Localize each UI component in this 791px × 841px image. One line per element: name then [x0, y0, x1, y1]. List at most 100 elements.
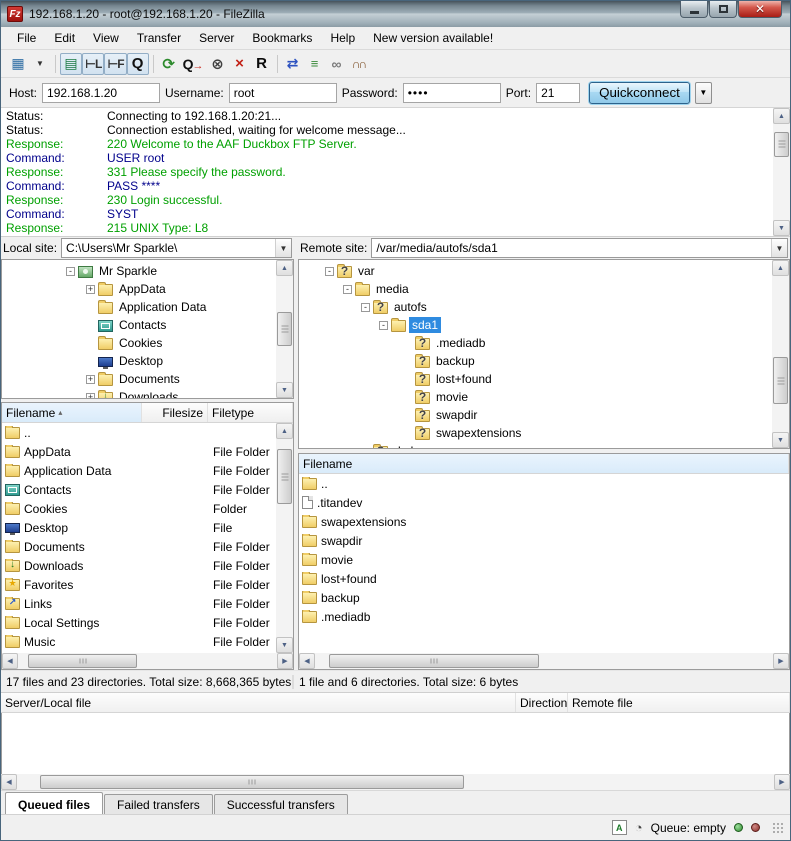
- expander-icon[interactable]: [361, 303, 370, 312]
- menu-item[interactable]: File: [9, 29, 44, 47]
- scrollbar-thumb[interactable]: [774, 132, 789, 157]
- file-row[interactable]: Local Settings File Folder: [2, 613, 276, 632]
- menu-item[interactable]: Bookmarks: [244, 29, 320, 47]
- file-row[interactable]: Favorites File Folder: [2, 575, 276, 594]
- file-row[interactable]: Links File Folder: [2, 594, 276, 613]
- remote-tree-vertical-scrollbar[interactable]: ▲ ▼: [772, 260, 789, 448]
- expander-icon[interactable]: [343, 285, 352, 294]
- queue-horizontal-scrollbar[interactable]: ◀ ▶: [1, 774, 790, 790]
- file-row[interactable]: movie: [299, 550, 789, 569]
- filter[interactable]: ⇄: [282, 53, 304, 75]
- queue-tab[interactable]: Failed transfers: [104, 794, 213, 816]
- chevron-down-icon[interactable]: ▼: [275, 239, 291, 257]
- tree-item[interactable]: Downloads: [2, 388, 276, 398]
- file-row[interactable]: ..: [299, 474, 789, 493]
- scrollbar-thumb[interactable]: [277, 312, 292, 346]
- scroll-right-arrow[interactable]: ▶: [773, 653, 789, 669]
- reconnect[interactable]: R: [251, 53, 273, 75]
- scroll-up-arrow[interactable]: ▲: [276, 260, 293, 276]
- menu-item[interactable]: Server: [191, 29, 242, 47]
- scroll-left-arrow[interactable]: ◀: [1, 774, 17, 790]
- quickconnect-button[interactable]: Quickconnect: [589, 82, 690, 104]
- tree-item[interactable]: var: [299, 262, 772, 280]
- toggle-queue[interactable]: Q: [127, 53, 149, 75]
- scroll-down-arrow[interactable]: ▼: [772, 432, 789, 448]
- queue-tab[interactable]: Queued files: [5, 792, 103, 816]
- remote-list-horizontal-scrollbar[interactable]: ◀ ▶: [299, 653, 789, 669]
- tree-item[interactable]: Mr Sparkle: [2, 262, 276, 280]
- scrollbar-thumb[interactable]: [773, 357, 788, 404]
- column-header-filename[interactable]: Filename: [2, 403, 142, 422]
- expander-icon[interactable]: [379, 321, 388, 330]
- file-row[interactable]: swapdir: [299, 531, 789, 550]
- remote-path-combo[interactable]: /var/media/autofs/sda1 ▼: [371, 238, 788, 258]
- scroll-up-arrow[interactable]: ▲: [772, 260, 789, 276]
- host-input[interactable]: [42, 83, 160, 103]
- scroll-down-arrow[interactable]: ▼: [276, 637, 293, 653]
- file-row[interactable]: .titandev: [299, 493, 789, 512]
- local-path-combo[interactable]: C:\Users\Mr Sparkle\ ▼: [61, 238, 292, 258]
- local-tree-vertical-scrollbar[interactable]: ▲ ▼: [276, 260, 293, 398]
- menu-item[interactable]: New version available!: [365, 29, 501, 47]
- column-header-filetype[interactable]: Filetype: [208, 403, 293, 422]
- expander-icon[interactable]: [86, 375, 95, 384]
- scroll-right-arrow[interactable]: ▶: [277, 653, 293, 669]
- tree-item[interactable]: swapextensions: [299, 424, 772, 442]
- tree-item[interactable]: Desktop: [2, 352, 276, 370]
- column-header-remote-file[interactable]: Remote file: [568, 693, 790, 712]
- tree-item[interactable]: backup: [299, 352, 772, 370]
- tree-item[interactable]: Contacts: [2, 316, 276, 334]
- menu-item[interactable]: Edit: [46, 29, 83, 47]
- scroll-down-arrow[interactable]: ▼: [773, 220, 790, 236]
- scrollbar-thumb[interactable]: [40, 775, 464, 789]
- port-input[interactable]: [536, 83, 580, 103]
- tree-item[interactable]: Documents: [2, 370, 276, 388]
- tree-item[interactable]: swapdir: [299, 406, 772, 424]
- local-list-horizontal-scrollbar[interactable]: ◀ ▶: [2, 653, 293, 669]
- site-manager-dropdown[interactable]: ▼: [29, 53, 51, 75]
- tree-item[interactable]: Cookies: [2, 334, 276, 352]
- file-row[interactable]: lost+found: [299, 569, 789, 588]
- scroll-up-arrow[interactable]: ▲: [276, 423, 293, 439]
- file-row[interactable]: backup: [299, 588, 789, 607]
- file-row[interactable]: Contacts File Folder: [2, 480, 276, 499]
- refresh[interactable]: ⟳: [158, 53, 180, 75]
- file-row[interactable]: AppData File Folder: [2, 442, 276, 461]
- tree-item[interactable]: .mediadb: [299, 334, 772, 352]
- column-header-filename[interactable]: Filename: [299, 454, 789, 473]
- site-manager[interactable]: ▦: [7, 53, 29, 75]
- close-button[interactable]: ✕: [738, 1, 782, 18]
- disconnect[interactable]: ×: [229, 53, 251, 75]
- file-row[interactable]: Desktop File: [2, 518, 276, 537]
- column-header-filesize[interactable]: Filesize: [142, 403, 208, 422]
- file-row[interactable]: Cookies Folder: [2, 499, 276, 518]
- menu-item[interactable]: View: [85, 29, 127, 47]
- password-input[interactable]: [403, 83, 501, 103]
- log-vertical-scrollbar[interactable]: ▲ ▼: [773, 108, 790, 236]
- tree-item[interactable]: dvd: [299, 442, 772, 448]
- toggle-message-log[interactable]: ▤: [60, 53, 82, 75]
- expander-icon[interactable]: [325, 267, 334, 276]
- find[interactable]: ∩∩: [348, 53, 370, 75]
- file-row[interactable]: Downloads File Folder: [2, 556, 276, 575]
- tree-item[interactable]: sda1: [299, 316, 772, 334]
- speed-limits-icon[interactable]: ◔: [635, 820, 643, 835]
- tree-item[interactable]: movie: [299, 388, 772, 406]
- cancel[interactable]: ⊗: [207, 53, 229, 75]
- synchronized-browsing[interactable]: ∞: [326, 53, 348, 75]
- column-header-direction[interactable]: Direction: [516, 693, 568, 712]
- maximize-button[interactable]: [709, 1, 737, 18]
- scroll-up-arrow[interactable]: ▲: [773, 108, 790, 124]
- tree-item[interactable]: lost+found: [299, 370, 772, 388]
- process-queue[interactable]: Q: [180, 53, 207, 75]
- resize-grip[interactable]: [772, 822, 784, 834]
- toggle-remote-tree[interactable]: ⊢F: [104, 53, 126, 75]
- file-row[interactable]: ..: [2, 423, 276, 442]
- expander-icon[interactable]: [86, 285, 95, 294]
- local-list-vertical-scrollbar[interactable]: ▲ ▼: [276, 423, 293, 653]
- tree-item[interactable]: Application Data: [2, 298, 276, 316]
- scroll-right-arrow[interactable]: ▶: [774, 774, 790, 790]
- tree-item[interactable]: AppData: [2, 280, 276, 298]
- chevron-down-icon[interactable]: ▼: [771, 239, 787, 257]
- queue-tab[interactable]: Successful transfers: [214, 794, 348, 816]
